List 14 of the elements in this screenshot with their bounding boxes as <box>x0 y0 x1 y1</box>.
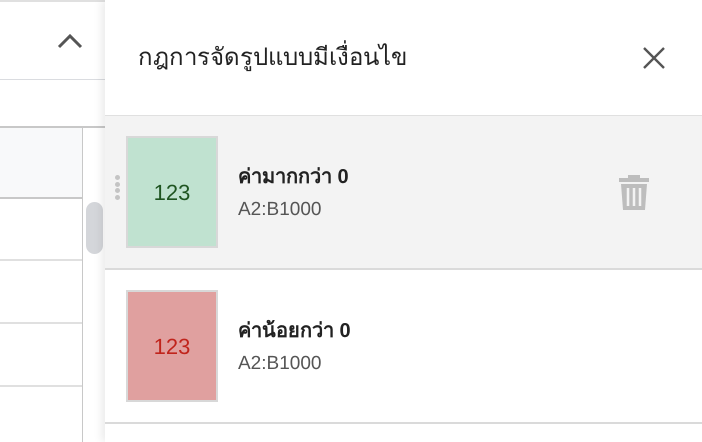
delete-icon[interactable] <box>618 173 650 211</box>
rule-condition: ค่าน้อยกว่า 0 <box>238 318 352 344</box>
rule-range: A2:B1000 <box>238 352 322 376</box>
preview-text: 123 <box>154 332 190 360</box>
rule-range: A2:B1000 <box>238 198 322 222</box>
rule-item[interactable]: 123 ค่ามากกว่า 0 A2:B1000 <box>105 116 702 270</box>
preview-text: 123 <box>154 178 190 206</box>
panel-title: กฎการจัดรูปแบบมีเงื่อนไข <box>138 40 407 76</box>
rule-item[interactable]: 123 ค่าน้อยกว่า 0 A2:B1000 <box>105 270 702 424</box>
scrollbar-thumb[interactable] <box>86 202 102 254</box>
drag-handle-icon[interactable] <box>115 175 120 200</box>
rule-condition: ค่ามากกว่า 0 <box>238 164 350 190</box>
caret-up-icon[interactable] <box>57 32 83 48</box>
close-icon[interactable] <box>642 46 666 70</box>
